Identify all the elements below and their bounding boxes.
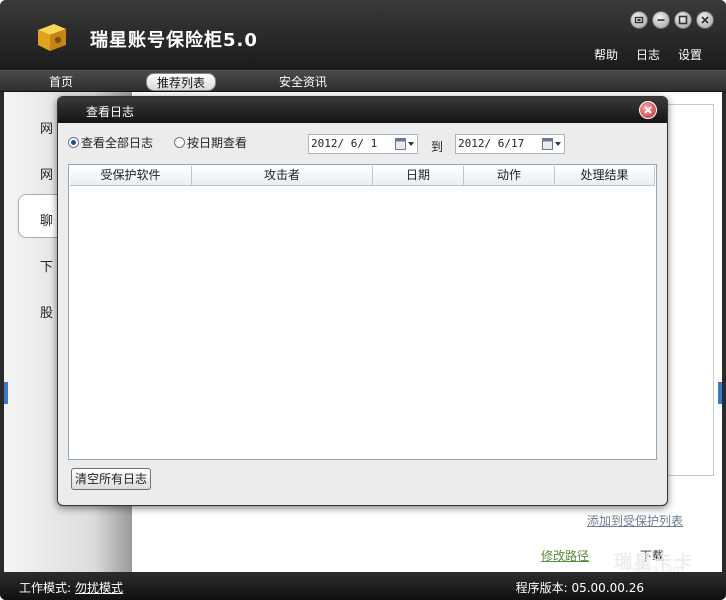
dialog-title-bar: 查看日志 — [58, 97, 667, 123]
view-log-dialog: 查看日志 查看全部日志 按日期查看 2012/ 6/ 1 到 2012/ 6/1… — [57, 96, 668, 506]
nav-bar: 首页 推荐列表 安全资讯 — [0, 70, 726, 92]
radio-dot-selected[interactable] — [68, 137, 79, 148]
tab-recommended-list[interactable]: 推荐列表 — [146, 73, 216, 91]
column-attacker[interactable]: 攻击者 — [192, 166, 373, 186]
column-date[interactable]: 日期 — [373, 166, 464, 186]
work-mode-label: 工作模式: — [19, 581, 72, 595]
date-range-to-label: 到 — [431, 140, 444, 154]
sidebar-item-2[interactable]: 网 — [40, 164, 53, 183]
selection-marker-right — [718, 382, 722, 404]
radio-view-all[interactable]: 查看全部日志 — [68, 134, 153, 151]
radio-by-date[interactable]: 按日期查看 — [174, 134, 247, 151]
radio-view-all-label: 查看全部日志 — [81, 136, 154, 150]
close-icon[interactable] — [696, 11, 714, 29]
clear-all-logs-button[interactable]: 清空所有日志 — [71, 468, 151, 490]
restore-icon[interactable] — [630, 11, 648, 29]
maximize-icon[interactable] — [674, 11, 692, 29]
date-to-picker[interactable]: 2012/ 6/17 — [455, 134, 565, 154]
date-from-value: 2012/ 6/ 1 — [311, 137, 378, 150]
column-action[interactable]: 动作 — [464, 166, 555, 186]
status-bar: 工作模式: 勿扰模式 程序版本: 05.00.00.26 — [0, 572, 726, 600]
top-links: 帮助 日志 设置 — [594, 46, 702, 63]
column-result[interactable]: 处理结果 — [555, 166, 655, 186]
window-controls — [630, 11, 714, 29]
add-to-protected-link[interactable]: 添加到受保护列表 — [587, 512, 683, 529]
date-from-picker[interactable]: 2012/ 6/ 1 — [308, 134, 418, 154]
calendar-dropdown-icon[interactable] — [542, 137, 562, 151]
column-protected-software[interactable]: 受保护软件 — [70, 166, 192, 186]
change-path-link[interactable]: 修改路径 — [541, 547, 589, 564]
tab-home[interactable]: 首页 — [38, 73, 84, 91]
program-version: 程序版本: 05.00.00.26 — [515, 581, 644, 595]
log-link[interactable]: 日志 — [636, 46, 660, 63]
calendar-dropdown-icon[interactable] — [395, 137, 415, 151]
app-title: 瑞星账号保险柜5.0 — [90, 30, 258, 51]
dialog-close-icon[interactable] — [639, 101, 657, 119]
tab-security-news[interactable]: 安全资讯 — [268, 73, 338, 91]
date-to-value: 2012/ 6/17 — [458, 137, 525, 150]
log-table-header: 受保护软件 攻击者 日期 动作 处理结果 — [70, 166, 655, 186]
work-mode: 工作模式: 勿扰模式 — [19, 579, 123, 596]
selection-marker — [4, 382, 8, 404]
work-mode-value[interactable]: 勿扰模式 — [75, 581, 123, 595]
sidebar-item-4[interactable]: 下 — [40, 256, 53, 275]
safe-logo-icon — [38, 24, 66, 51]
help-link[interactable]: 帮助 — [594, 46, 618, 63]
sidebar-item-3[interactable]: 聊 — [40, 210, 53, 229]
title-bar: 瑞星账号保险柜5.0 帮助 日志 设置 — [0, 0, 726, 70]
radio-by-date-label: 按日期查看 — [187, 136, 248, 150]
radio-dot-unselected[interactable] — [174, 137, 185, 148]
settings-link[interactable]: 设置 — [678, 46, 702, 63]
sidebar-item-5[interactable]: 股 — [40, 302, 53, 321]
minimize-icon[interactable] — [652, 11, 670, 29]
log-table: 受保护软件 攻击者 日期 动作 处理结果 — [68, 164, 657, 460]
sidebar-item-1[interactable]: 网 — [40, 118, 53, 137]
dialog-title: 查看日志 — [86, 105, 135, 119]
